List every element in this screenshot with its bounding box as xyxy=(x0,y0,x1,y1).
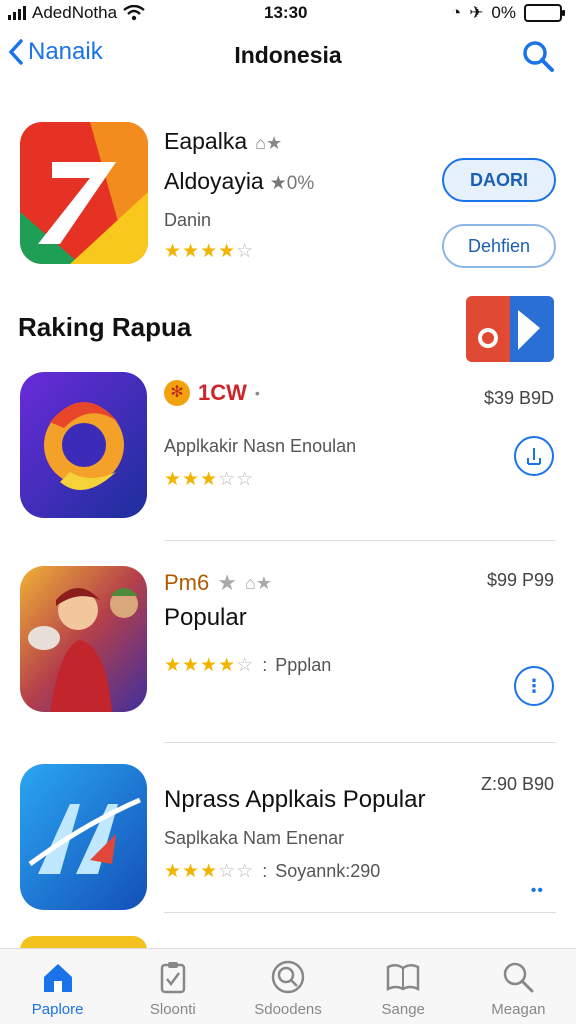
clock: 13:30 xyxy=(264,3,308,22)
app-title: Pm6 xyxy=(164,570,210,595)
badge-icon: ✻ xyxy=(164,380,190,406)
download-button[interactable] xyxy=(514,436,554,476)
app-title-line: ✻ 1CW • xyxy=(164,380,260,406)
featured-star-rating: ★★★★☆ xyxy=(164,241,255,262)
navigation-bar: Nanaik Indonesia xyxy=(0,30,576,80)
app-icon xyxy=(20,372,147,518)
divider xyxy=(164,742,556,743)
status-bar: AdedNotha 13:30 ◔ ✈ 0% xyxy=(0,0,576,26)
carrier-name: AdedNotha xyxy=(32,3,118,22)
tab-sange[interactable]: Sange xyxy=(346,949,461,1024)
more-vertical-icon: ⋮ xyxy=(525,676,543,696)
more-dots-icon: • xyxy=(254,385,260,401)
divider xyxy=(164,912,556,913)
featured-rating: ★0% xyxy=(269,173,315,194)
search-icon[interactable] xyxy=(520,38,556,74)
featured-app-category: Danin xyxy=(164,210,212,230)
location-icon: ◔ xyxy=(450,3,462,22)
app-rating: ★★★☆☆ xyxy=(164,468,254,491)
page-title: Indonesia xyxy=(234,42,342,68)
app-rating: ★★★★☆ : Ppplan xyxy=(164,655,332,676)
search-circle-icon xyxy=(271,960,305,994)
share-icon: ⌂★ xyxy=(244,572,272,593)
tab-bar: Paplore Sloonti Sdoodens Sange Meagan xyxy=(0,948,576,1024)
divider xyxy=(164,540,556,541)
wifi-icon xyxy=(123,5,145,21)
search-icon xyxy=(504,962,534,993)
signal-icon xyxy=(8,6,26,20)
clipboard-icon xyxy=(160,962,186,994)
battery-percent: 0% xyxy=(491,3,516,22)
app-price: Z:90 B90 xyxy=(480,774,554,794)
more-dots-icon[interactable]: •• xyxy=(531,882,544,900)
app-icon xyxy=(20,566,147,712)
featured-app-name: Eapalka ⌂★ xyxy=(164,128,283,154)
bluetooth-icon: ✈ xyxy=(469,3,484,22)
battery-icon xyxy=(524,4,565,22)
tab-label: Sdoodens xyxy=(254,1001,322,1018)
tab-label: Meagan xyxy=(491,1001,546,1018)
star-rating: ★★★☆☆ xyxy=(164,861,255,882)
home-icon xyxy=(43,964,72,992)
share-icon: ⌂★ xyxy=(255,133,283,153)
section-thumbnail[interactable] xyxy=(466,296,554,362)
details-button[interactable]: Dehfien xyxy=(442,224,556,268)
app-subtitle: Popular xyxy=(164,604,247,631)
app-title-line: Pm6 ★ ⌂★ xyxy=(164,570,272,596)
tab-explore[interactable]: Paplore xyxy=(0,949,115,1024)
tab-meagan[interactable]: Meagan xyxy=(461,949,576,1024)
app-rating-label: Ppplan xyxy=(275,655,332,675)
star-rating: ★★★★☆ xyxy=(164,655,255,676)
featured-app-icon[interactable] xyxy=(20,122,148,264)
more-options-button[interactable]: ⋮ xyxy=(514,666,554,706)
app-rating: ★★★☆☆ : Soyannk:290 xyxy=(164,861,381,882)
app-title: 1CW xyxy=(198,380,247,405)
app-price: $39 B9D xyxy=(483,388,554,408)
app-rating-label: Soyannk:290 xyxy=(275,861,381,881)
upload-icon xyxy=(527,448,541,465)
featured-app-subtitle: Aldoyayia ★0% xyxy=(164,168,315,194)
app-price: $99 P99 xyxy=(486,570,554,590)
star-rating: ★★★☆☆ xyxy=(164,469,255,490)
star-icon: ★ xyxy=(217,570,237,595)
get-button[interactable]: DAORI xyxy=(442,158,556,202)
tab-label: Sloonti xyxy=(149,1001,196,1018)
tab-label: Paplore xyxy=(31,1001,84,1018)
app-subtitle: Nprass Applkais Popular xyxy=(164,786,426,813)
tab-sloonti[interactable]: Sloonti xyxy=(115,949,230,1024)
section-title: Raking Rapua xyxy=(18,312,192,342)
app-description: Saplkaka Nam Enenar xyxy=(164,828,345,848)
book-icon xyxy=(386,964,420,992)
app-icon xyxy=(20,764,147,910)
tab-label: Sange xyxy=(381,1001,425,1018)
tab-sdoodens[interactable]: Sdoodens xyxy=(230,949,345,1024)
app-description: Applkakir Nasn Enoulan xyxy=(164,436,357,456)
